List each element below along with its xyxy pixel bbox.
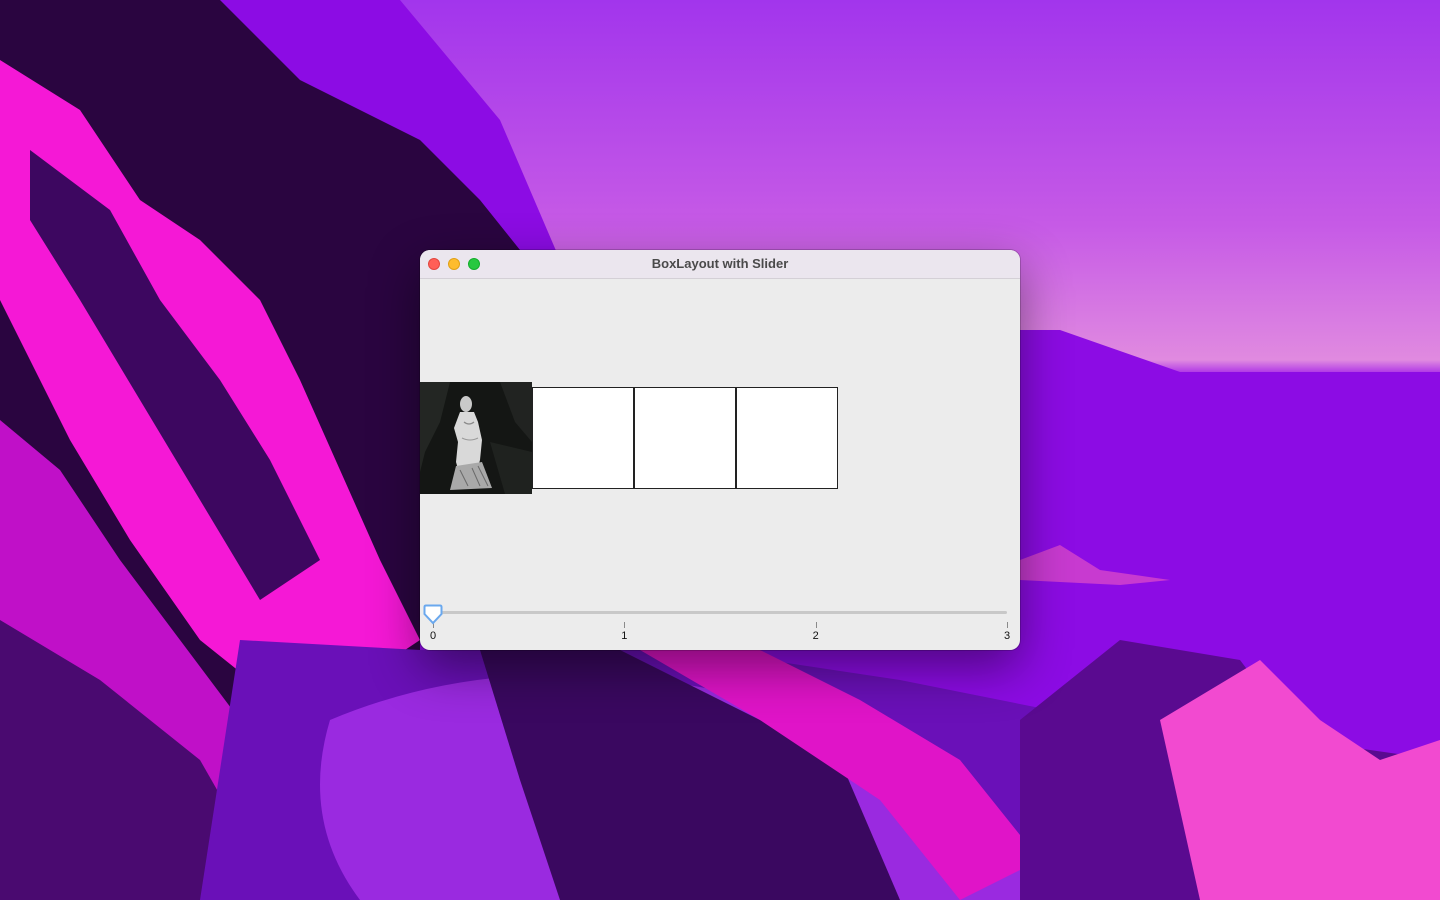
- slider-tick-label: 0: [429, 630, 437, 642]
- slider-tick: [1007, 622, 1008, 628]
- position-slider[interactable]: 0 1 2 3: [423, 601, 1012, 642]
- slider-tick-label: 2: [812, 630, 819, 642]
- app-window: BoxLayout with Slider 0 1 2 3: [420, 250, 1020, 650]
- slider-tick-label: 1: [621, 630, 628, 642]
- slider-track[interactable]: [433, 611, 1007, 614]
- empty-box-2: [634, 387, 736, 489]
- slider-tick: [624, 622, 626, 628]
- slider-tick-label: 3: [1003, 630, 1011, 642]
- title-bar[interactable]: BoxLayout with Slider: [420, 250, 1020, 279]
- empty-box-1: [532, 387, 634, 489]
- empty-box-3: [736, 387, 838, 489]
- desktop: BoxLayout with Slider 0 1 2 3: [0, 0, 1440, 900]
- content-panel: 0 1 2 3: [420, 279, 1020, 650]
- slider-thumb[interactable]: [423, 603, 443, 625]
- window-title: BoxLayout with Slider: [651, 256, 789, 271]
- venus-statue-image: [420, 382, 532, 494]
- slider-tick: [815, 622, 817, 628]
- statue-image-art: [420, 382, 532, 494]
